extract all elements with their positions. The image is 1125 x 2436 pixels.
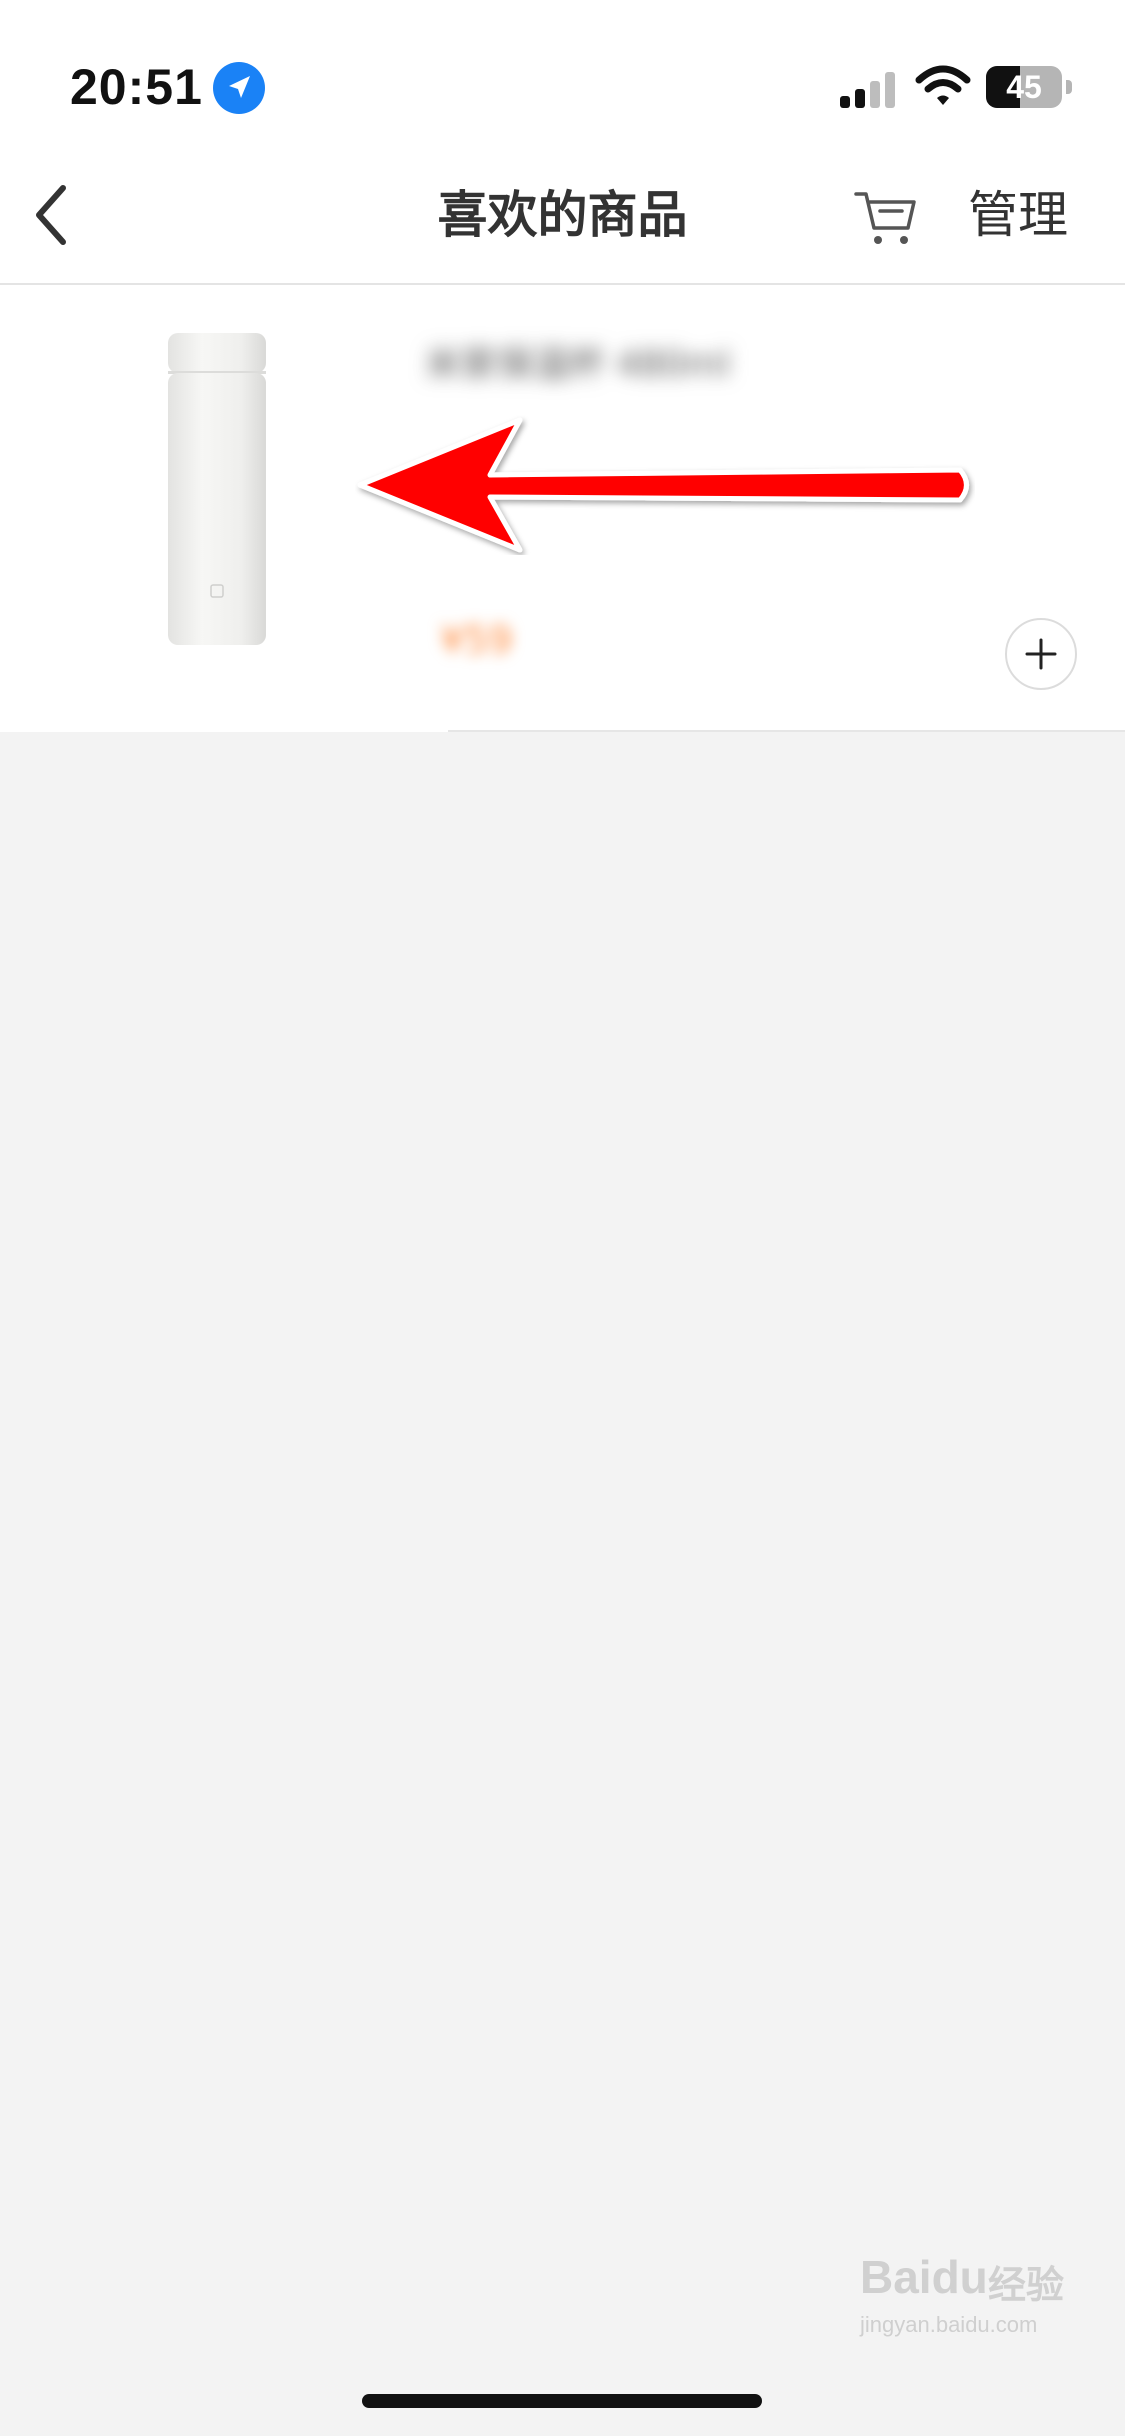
- manage-button[interactable]: 管理: [968, 180, 1068, 250]
- location-arrow-icon: [213, 62, 265, 114]
- battery-level: 45: [1006, 69, 1042, 105]
- cart-button[interactable]: [850, 182, 920, 252]
- plus-icon: [1025, 638, 1057, 670]
- add-to-cart-button[interactable]: [1005, 618, 1077, 690]
- wifi-icon: [915, 65, 971, 105]
- navigation-bar: 喜欢的商品 管理: [0, 150, 1125, 285]
- battery-cap: [1066, 80, 1072, 94]
- watermark-label: 经验: [988, 2263, 1065, 2307]
- home-indicator[interactable]: [362, 2394, 762, 2408]
- battery-icon: 45: [986, 66, 1064, 108]
- product-price: ¥59: [440, 618, 513, 662]
- watermark-brand: Baidu: [860, 2251, 988, 2303]
- product-name: 米家保温杯 480ml: [425, 330, 855, 400]
- annotation-arrow: [357, 417, 969, 553]
- watermark-url: jingyan.baidu.com: [860, 2312, 1038, 2337]
- cart-icon: [854, 192, 916, 244]
- status-time: 20:51: [70, 59, 203, 115]
- baidu-jingyan-watermark: Baidu 经验 jingyan.baidu.com: [860, 2250, 1070, 2340]
- status-bar: 20:51 45: [0, 0, 1125, 150]
- page-title: 喜欢的商品: [437, 186, 688, 244]
- card-divider: [448, 730, 1125, 732]
- product-image[interactable]: [120, 325, 320, 655]
- cellular-signal-icon: [840, 72, 895, 108]
